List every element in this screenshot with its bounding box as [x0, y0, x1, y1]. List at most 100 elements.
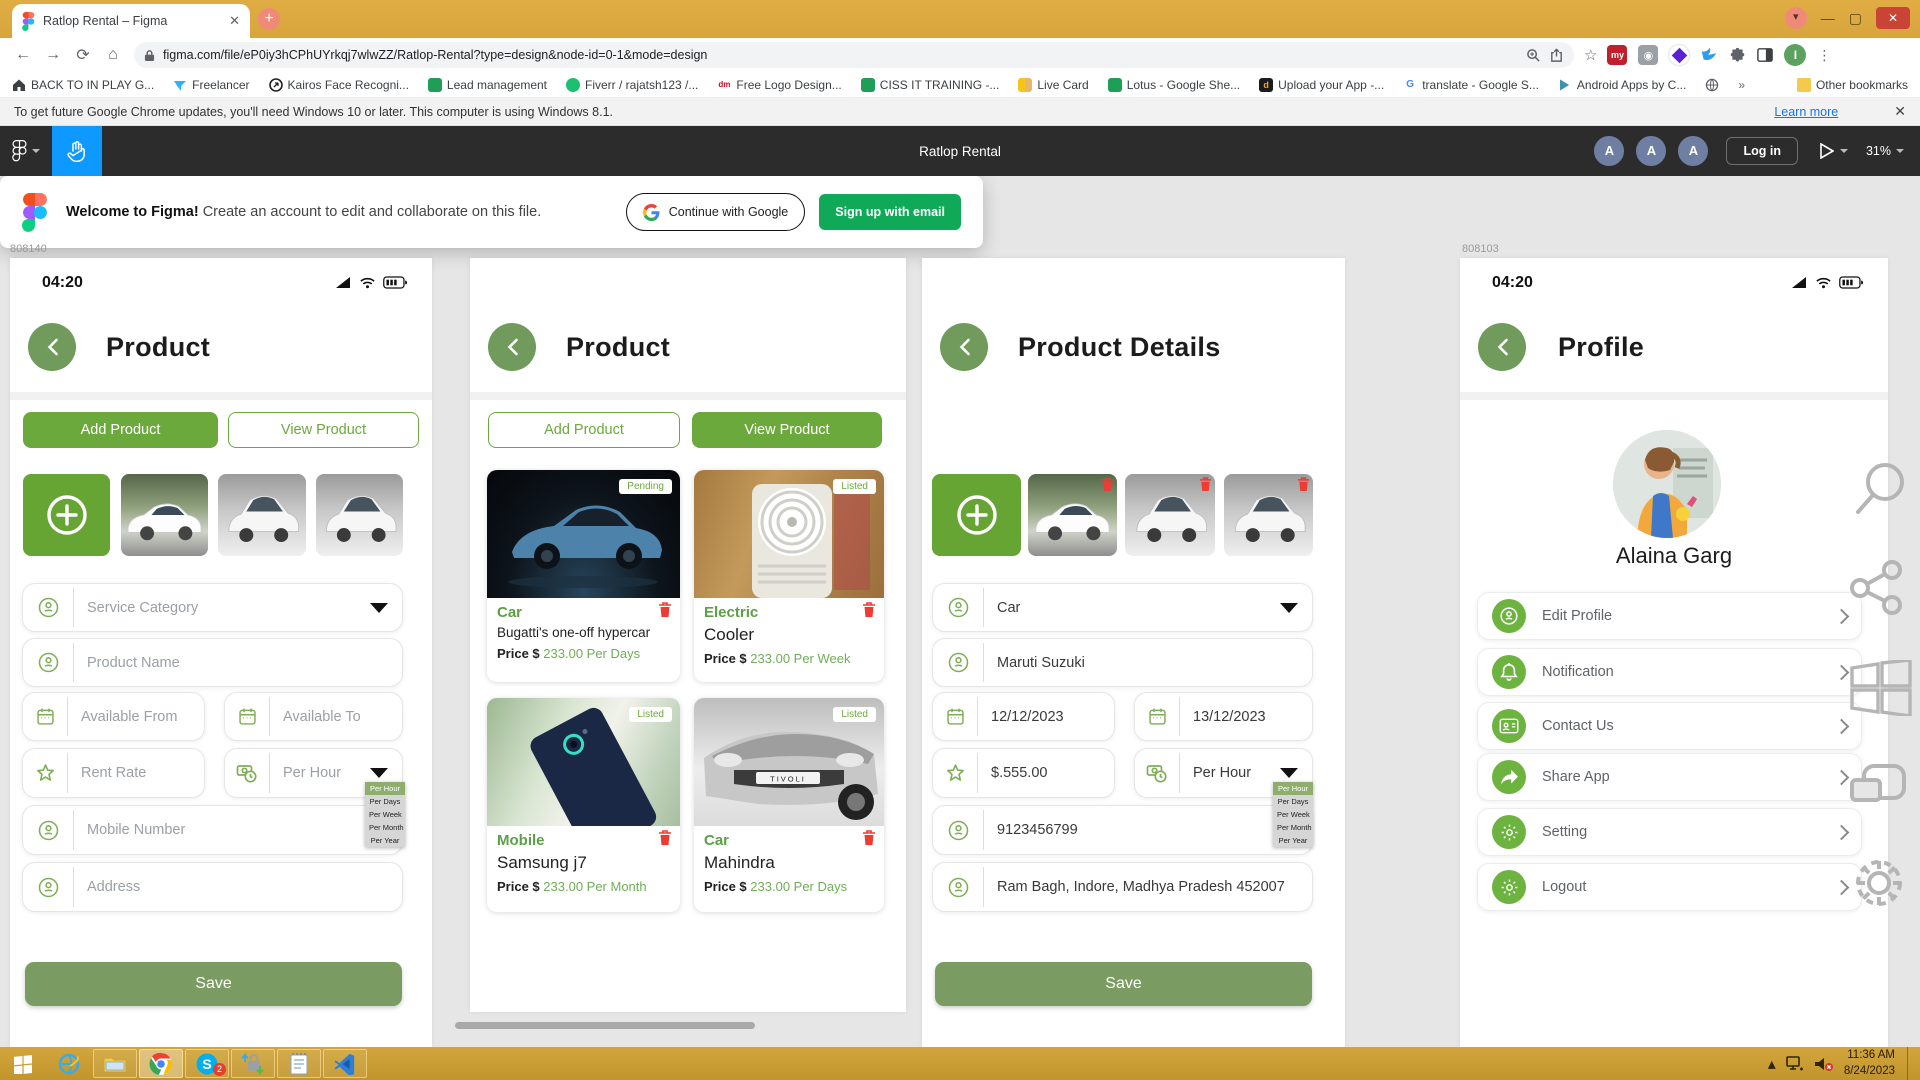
bookmark-item[interactable]: Fiverr / rajatsh123 /...	[566, 78, 698, 92]
service-category-field[interactable]: Service Category	[22, 583, 403, 632]
address-bar[interactable]: figma.com/file/eP0iy3hCPhUYrkqj7wlwZZ/Ra…	[134, 42, 1574, 68]
close-button[interactable]: ✕	[1876, 7, 1910, 29]
dropdown-option[interactable]: Per Year	[1273, 834, 1313, 847]
notepad-button[interactable]	[277, 1049, 321, 1078]
delete-icon[interactable]	[862, 602, 876, 623]
menu-item-notification[interactable]: Notification	[1477, 648, 1862, 696]
show-desktop-strip[interactable]	[1907, 1047, 1914, 1080]
product-card[interactable]: TIVOLI Listed Car Mahindra Price $ 233.0…	[694, 698, 884, 912]
product-card[interactable]: Listed Electric Cooler Price $ 233.00 Pe…	[694, 470, 884, 682]
category-field[interactable]: Car	[932, 583, 1313, 632]
bookmark-item[interactable]: Android Apps by C...	[1558, 78, 1686, 92]
rate-unit-dropdown[interactable]: Per Hour Per Days Per Week Per Month Per…	[365, 782, 405, 847]
address-field[interactable]: Address	[22, 862, 403, 912]
present-button[interactable]	[1820, 143, 1848, 159]
dropdown-option[interactable]: Per Days	[1273, 795, 1313, 808]
learn-more-link[interactable]: Learn more	[1774, 105, 1838, 119]
network-tray-icon[interactable]	[1786, 1056, 1804, 1072]
home-button[interactable]: ⌂	[98, 46, 128, 64]
collaborator-avatar[interactable]: A	[1634, 134, 1668, 168]
chrome-taskbar-button[interactable]	[139, 1049, 183, 1078]
product-name-field[interactable]: Product Name	[22, 638, 403, 687]
back-button[interactable]	[488, 323, 536, 371]
menu-item-edit-profile[interactable]: Edit Profile	[1477, 592, 1862, 640]
menu-item-share-app[interactable]: Share App	[1477, 753, 1862, 801]
bookmark-item[interactable]: BACK TO IN PLAY G...	[12, 78, 154, 92]
puzzle-extensions-icon[interactable]	[1729, 47, 1746, 64]
my-extension-icon[interactable]: my	[1607, 45, 1627, 65]
dropdown-option[interactable]: Per Days	[365, 795, 405, 808]
back-button[interactable]	[28, 323, 76, 371]
start-button[interactable]	[1, 1049, 45, 1078]
add-photo-tile[interactable]	[932, 474, 1021, 556]
rent-rate-field[interactable]: Rent Rate	[22, 748, 205, 798]
bookmark-item[interactable]: Lead management	[428, 78, 547, 92]
dropdown-option[interactable]: Per Month	[365, 821, 405, 834]
add-product-button[interactable]: Add Product	[488, 412, 680, 448]
forward-button[interactable]: →	[38, 46, 68, 64]
window-menu-icon[interactable]: ▾	[1785, 7, 1807, 29]
zoom-icon[interactable]	[1526, 48, 1541, 63]
delete-photo-icon[interactable]	[1297, 477, 1310, 497]
view-product-button[interactable]: View Product	[692, 412, 882, 448]
bookmark-item[interactable]: Lotus - Google She...	[1108, 78, 1240, 92]
figma-canvas[interactable]: 808140 808103 04:20 Product Add Product …	[0, 176, 1920, 1047]
clock[interactable]: 11:36 AM 8/24/2023	[1844, 1048, 1895, 1079]
back-button[interactable]	[940, 323, 988, 371]
dropdown-option[interactable]: Per Week	[1273, 808, 1313, 821]
collaborator-avatar[interactable]: A	[1592, 134, 1626, 168]
dropdown-option[interactable]: Per Month	[1273, 821, 1313, 834]
available-from-field[interactable]: Available From	[22, 692, 205, 741]
magnifier-decor-icon[interactable]	[1853, 460, 1908, 518]
side-panel-icon[interactable]	[1757, 47, 1773, 63]
profile-avatar[interactable]	[1613, 430, 1721, 538]
delete-icon[interactable]	[862, 830, 876, 851]
reload-button[interactable]: ⟳	[68, 45, 98, 65]
delete-icon[interactable]	[658, 602, 672, 623]
collaborator-avatar[interactable]: A	[1676, 134, 1710, 168]
mobile-number-field[interactable]: 9123456799	[932, 805, 1313, 855]
available-to-field[interactable]: 13/12/2023	[1134, 692, 1313, 741]
vscode-button[interactable]	[323, 1049, 367, 1078]
internet-explorer-button[interactable]	[47, 1049, 91, 1078]
frame-label[interactable]: 808103	[1462, 243, 1499, 255]
dropdown-option-selected[interactable]: Per Hour	[365, 782, 405, 795]
bookmark-item[interactable]: Freelancer	[173, 78, 249, 92]
available-from-field[interactable]: 12/12/2023	[932, 692, 1115, 741]
skype-button[interactable]: S 2	[185, 1049, 229, 1078]
bookmark-item[interactable]: dUpload your App -...	[1259, 78, 1384, 92]
vpn-sync-button[interactable]	[231, 1049, 275, 1078]
browser-profile-avatar[interactable]: I	[1784, 44, 1806, 66]
view-product-button[interactable]: View Product	[228, 412, 419, 448]
horizontal-scrollbar[interactable]	[455, 1022, 755, 1029]
browser-menu-icon[interactable]: ⋮	[1817, 47, 1832, 64]
globe-bookmark-icon[interactable]	[1705, 78, 1719, 92]
tab-close-icon[interactable]: ✕	[229, 13, 240, 29]
login-button[interactable]: Log in	[1726, 137, 1798, 165]
bookmark-star-icon[interactable]: ☆	[1584, 46, 1597, 64]
back-button[interactable]: ←	[8, 46, 38, 64]
bookmarks-overflow-chevron[interactable]: »	[1738, 78, 1745, 92]
continue-google-button[interactable]: Continue with Google	[626, 193, 806, 231]
gear-decor-icon[interactable]	[1850, 854, 1908, 912]
bookmark-item[interactable]: Kairos Face Recogni...	[269, 78, 409, 92]
product-photo-thumbnail[interactable]	[121, 474, 208, 556]
menu-item-setting[interactable]: Setting	[1477, 808, 1862, 856]
browser-window-decor-icon[interactable]	[1850, 764, 1906, 814]
bookmark-item[interactable]: dmFree Logo Design...	[717, 78, 841, 92]
back-button[interactable]	[1478, 323, 1526, 371]
delete-icon[interactable]	[658, 830, 672, 851]
zoom-menu[interactable]: 31%	[1866, 144, 1904, 158]
delete-photo-icon[interactable]	[1199, 477, 1212, 497]
maximize-button[interactable]: ▢	[1849, 10, 1862, 27]
dropdown-option-selected[interactable]: Per Hour	[1273, 782, 1313, 795]
minimize-button[interactable]: —	[1821, 10, 1835, 26]
windows-grid-decor-icon[interactable]	[1850, 660, 1912, 716]
rate-unit-dropdown[interactable]: Per Hour Per Days Per Week Per Month Per…	[1273, 782, 1313, 847]
frame-label[interactable]: 808140	[10, 243, 47, 255]
new-tab-button[interactable]: +	[258, 8, 280, 30]
product-card[interactable]: Listed Mobile Samsung j7 Price $ 233.00 …	[487, 698, 680, 912]
share-network-decor-icon[interactable]	[1848, 558, 1906, 616]
save-button[interactable]: Save	[25, 962, 402, 1006]
dropdown-option[interactable]: Per Week	[365, 808, 405, 821]
